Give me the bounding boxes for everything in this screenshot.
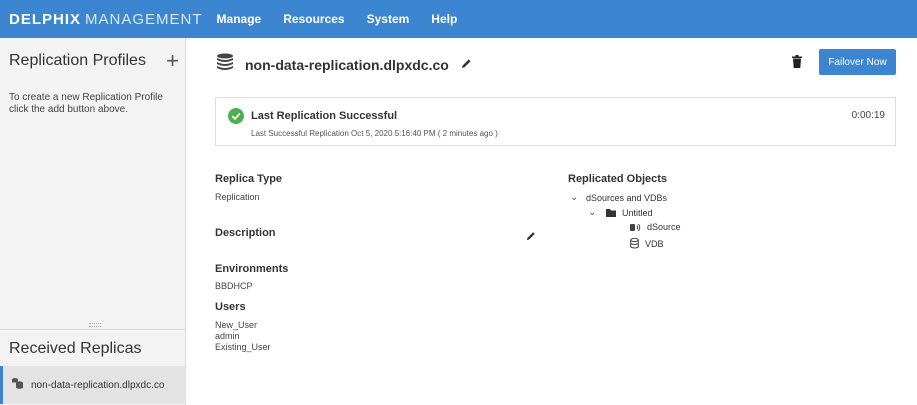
brand-secondary: MANAGEMENT [85,10,203,28]
dsource-icon [630,223,641,232]
pencil-icon[interactable] [461,56,472,74]
status-subtitle: Last Successful Replication Oct 5, 2020 … [251,129,498,138]
tree-node-label: dSource [647,222,681,232]
status-title: Last Replication Successful [251,110,398,122]
brand-logo[interactable]: DELPHIX MANAGEMENT [0,11,203,28]
main-panel: non-data-replication.dlpxdc.co Failover … [186,38,917,405]
main-menu: Manage Resources System Help [217,12,480,26]
page-title: non-data-replication.dlpxdc.co [245,56,449,73]
user-item: admin [215,331,240,341]
check-circle-icon [228,108,244,129]
tree-node-group[interactable]: ⌄ Untitled [588,207,653,218]
user-item: Existing_User [215,342,271,352]
brand-primary: DELPHIX [9,10,82,28]
menu-help[interactable]: Help [431,12,457,26]
tree-node-label: dSources and VDBs [586,192,668,203]
trash-icon[interactable] [792,55,802,73]
replicated-objects-label: Replicated Objects [568,173,668,185]
failover-now-button[interactable]: Failover Now [819,49,896,75]
plus-icon[interactable]: + [166,50,179,72]
tree-node-dsource[interactable]: dSource [630,222,681,232]
database-icon [630,238,639,249]
received-replicas-title: Received Replicas [9,340,142,357]
menu-manage[interactable]: Manage [217,12,262,26]
environments-value: BBDHCP [215,281,253,291]
sidebar-hint: To create a new Replication Profile clic… [9,92,163,115]
tree-node-root[interactable]: ⌄ dSources and VDBs [570,192,667,203]
tree-node-label: VDB [645,238,664,249]
tree-node-label: Untitled [622,207,653,218]
sidebar-item-replica[interactable]: non-data-replication.dlpxdc.co [0,366,186,404]
environments-label: Environments [215,263,289,275]
sidebar-item-label: non-data-replication.dlpxdc.co [31,379,165,391]
replica-type-label: Replica Type [215,173,283,185]
replication-status-card: Last Replication Successful Last Success… [215,97,896,146]
edit-description-icon[interactable] [526,228,536,246]
sidebar-divider [0,329,186,330]
replication-profiles-title: Replication Profiles [9,52,146,69]
replica-type-value: Replication [215,192,260,202]
database-stack-icon [215,53,235,76]
menu-system[interactable]: System [367,12,410,26]
users-label: Users [215,301,246,313]
folder-icon [606,208,616,217]
chevron-down-icon[interactable]: ⌄ [588,207,600,218]
user-item: New_User [215,320,258,330]
status-duration: 0:00:19 [851,110,885,121]
resize-handle[interactable] [89,323,101,327]
replication-profiles-header: Replication Profiles + [9,50,179,72]
top-nav-bar: DELPHIX MANAGEMENT Manage Resources Syste… [0,0,917,38]
menu-resources[interactable]: Resources [283,12,344,26]
chevron-down-icon[interactable]: ⌄ [570,192,582,203]
page-header: non-data-replication.dlpxdc.co [215,53,472,76]
sidebar: Replication Profiles + To create a new R… [0,38,186,405]
description-label: Description [215,227,276,239]
replica-icon [11,376,24,394]
tree-node-vdb[interactable]: VDB [630,238,664,249]
